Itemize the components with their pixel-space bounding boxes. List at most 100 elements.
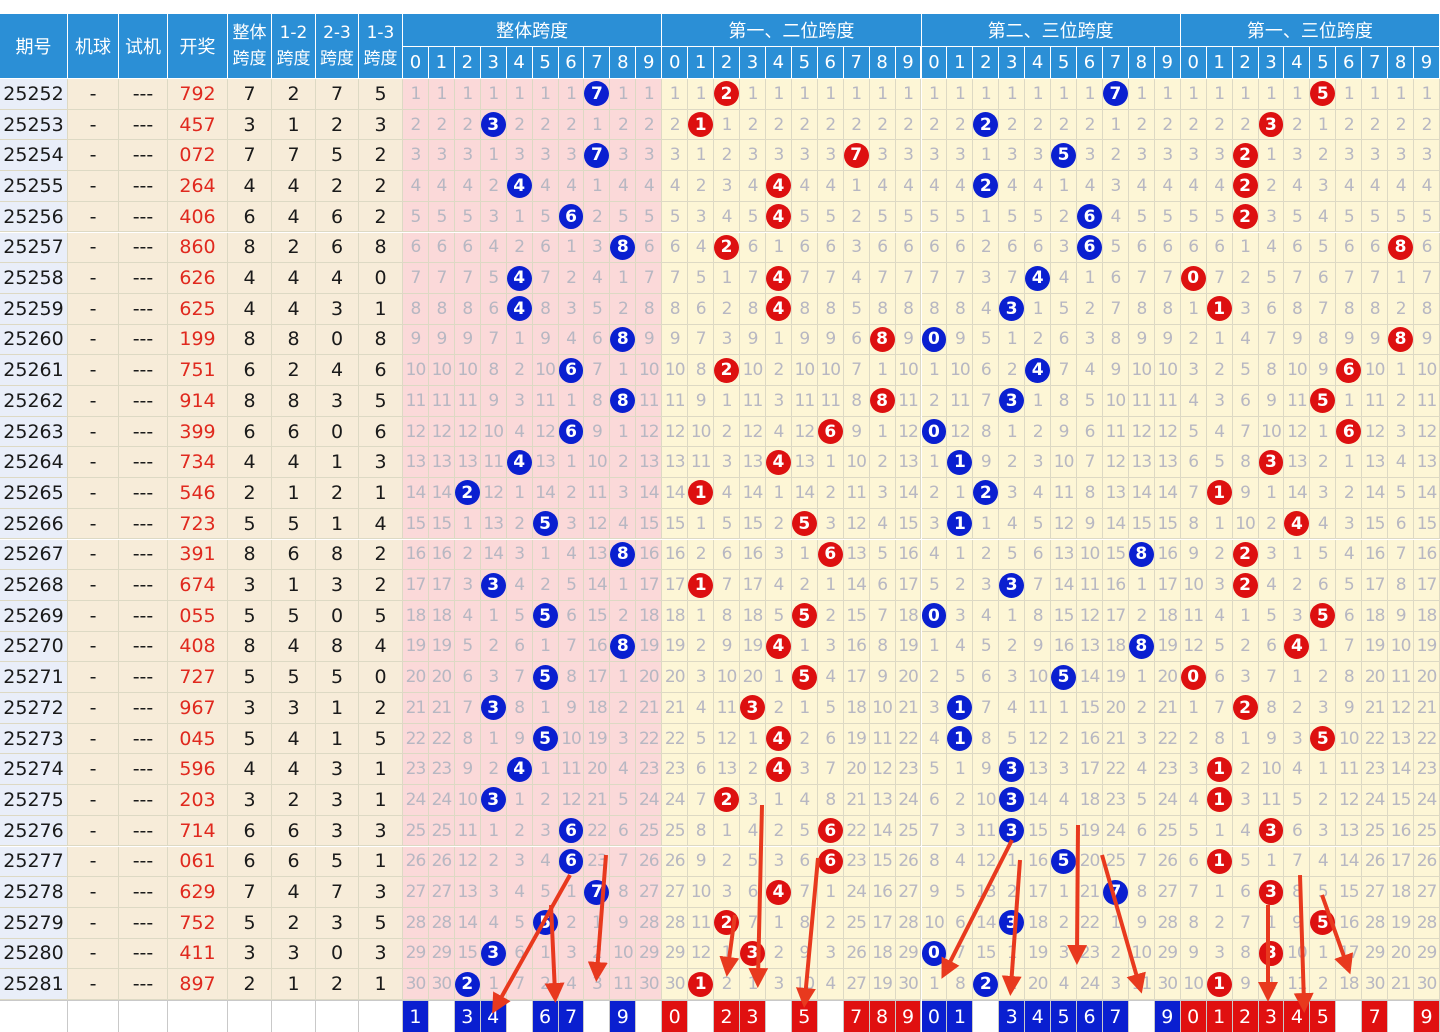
forecast-digit-cell[interactable] [688,1000,715,1032]
miss-count: 2 [877,452,888,473]
test-cell: --- [119,201,168,233]
miss-count: 3 [1006,667,1018,688]
forecast-digit-cell[interactable]: 3 [454,1000,481,1032]
trend-cell: 1 [1258,907,1285,939]
miss-count: 1 [825,575,836,596]
draw-cell: 897 [168,969,228,1000]
trend-cell: 8 [1128,631,1155,663]
forecast-digit-cell[interactable]: 4 [1025,1000,1052,1032]
forecast-digit-cell[interactable] [1128,1000,1155,1032]
trend-cell: 5 [1051,140,1078,172]
trend-cell: 1 [817,877,844,908]
forecast-digit-cell[interactable]: 6 [1077,1000,1103,1032]
miss-count: 1 [877,83,888,104]
forecast-digit-cell[interactable]: 9 [895,1000,922,1032]
trend-cell: 6 [1310,570,1337,601]
forecast-digit-cell[interactable]: 7 [843,1000,870,1032]
header-span-13-column[interactable]: 1-3 跨度 [359,14,403,79]
miss-count: 1 [462,513,473,534]
forecast-digit-cell[interactable]: 3 [740,1000,766,1032]
miss-count: 6 [695,759,707,780]
trend-cell: 5 [1180,201,1207,233]
forecast-digit-cell[interactable] [765,1000,792,1032]
forecast-digit-cell[interactable]: 2 [714,1000,741,1032]
span-value-cell: 8 [228,631,272,663]
forecast-digit-cell[interactable]: 0 [921,1000,948,1032]
miss-count: 18 [1390,882,1412,903]
forecast-digit-cell[interactable] [1336,1000,1363,1032]
forecast-digit-cell[interactable] [428,1000,455,1032]
forecast-digit-cell[interactable]: 0 [1180,1000,1207,1032]
trend-cell: 8 [947,293,974,325]
miss-count: 10 [1287,360,1308,381]
span-value-cell: 8 [228,539,272,571]
miss-count: 4 [540,175,551,196]
miss-count: 5 [1136,789,1147,810]
forecast-digit-cell[interactable]: 4 [480,1000,507,1032]
forecast-digit-cell[interactable] [636,1000,663,1032]
trend-cell: 14 [843,570,870,601]
forecast-digit-cell[interactable]: 7 [1102,1000,1129,1032]
header-machine-column[interactable]: 机球 [68,14,119,79]
forecast-digit-cell[interactable]: 2 [1232,1000,1259,1032]
forecast-digit-cell[interactable]: 5 [791,1000,818,1032]
header-span-12-column[interactable]: 1-2 跨度 [272,14,316,79]
miss-count: 15 [1338,882,1360,903]
hit-ball: 2 [1232,695,1258,721]
header-span-23-column[interactable]: 2-3 跨度 [316,14,359,79]
header-test-column[interactable]: 试机 [119,14,168,79]
trend-cell: 22 [428,723,455,755]
forecast-digit-cell[interactable]: 7 [1362,1000,1389,1032]
test-cell: --- [119,846,168,878]
miss-count: 1 [592,175,603,196]
trend-cell: 8 [1128,539,1155,571]
forecast-digit-cell[interactable] [506,1000,533,1032]
trend-cell: 6 [817,232,844,264]
hit-ball: 2 [973,480,999,506]
miss-count: 15 [1131,513,1153,534]
miss-count: 9 [1343,697,1355,718]
forecast-digit-cell[interactable] [973,1000,1000,1032]
forecast-digit-cell[interactable] [584,1000,611,1032]
trend-cell: 12 [688,938,715,970]
forecast-digit-cell[interactable]: 9 [610,1000,637,1032]
trend-cell: 8 [1336,293,1363,325]
miss-count: 2 [1058,114,1070,135]
trend-cell: 2 [1388,109,1415,141]
forecast-digit-cell[interactable] [817,1000,844,1032]
trend-cell: 9 [1258,723,1285,755]
forecast-digit-cell[interactable]: 3 [1258,1000,1285,1032]
forecast-digit-cell[interactable]: 3 [999,1000,1026,1032]
miss-count: 8 [1266,360,1277,381]
miss-count: 8 [462,298,473,319]
span-value-cell: 5 [316,662,359,693]
forecast-digit-cell[interactable]: 5 [1051,1000,1078,1032]
forecast-digit-cell[interactable]: 9 [1154,1000,1181,1032]
forecast-digit-cell[interactable]: 6 [532,1000,559,1032]
header-issue-column[interactable]: 期号 [0,14,68,79]
forecast-digit-cell[interactable]: 0 [662,1000,689,1032]
trend-cell: 20 [1362,662,1389,693]
miss-count: 8 [1188,513,1199,534]
forecast-digit-cell[interactable]: 1 [1206,1000,1233,1032]
trend-cell: 7 [1206,693,1233,724]
forecast-digit-cell[interactable]: 9 [1414,1000,1440,1032]
trend-cell: 4 [791,785,818,816]
miss-count: 1 [1136,667,1147,688]
trend-cell: 1 [999,938,1026,970]
trend-cell: 2 [1388,293,1415,325]
forecast-digit-cell[interactable]: 1 [947,1000,974,1032]
header-draw-column[interactable]: 开奖 [168,14,228,79]
forecast-digit-cell[interactable]: 7 [558,1000,585,1032]
miss-count: 26 [898,851,919,872]
forecast-digit-cell[interactable]: 8 [869,1000,896,1032]
forecast-digit-cell[interactable] [1388,1000,1415,1032]
forecast-digit-cell[interactable]: 1 [403,1000,429,1032]
trend-cell: 9 [636,324,663,356]
miss-count: 1 [540,943,551,964]
header-span-all-column[interactable]: 整体 跨度 [228,14,272,79]
forecast-digit-cell[interactable]: 4 [1284,1000,1311,1032]
machine-cell: - [68,907,119,939]
forecast-digit-cell[interactable]: 5 [1310,1000,1337,1032]
miss-count: 5 [1084,390,1096,411]
